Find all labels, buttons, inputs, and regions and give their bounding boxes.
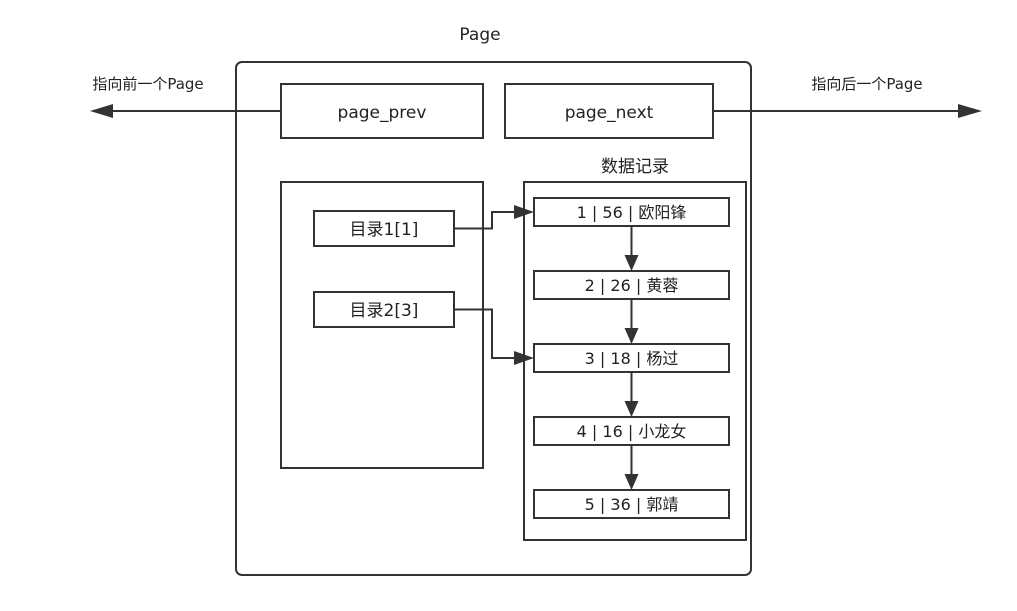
records-title: 数据记录 (601, 157, 669, 177)
prev-page-arrow-head (90, 104, 113, 118)
record-label: 4 | 16 | 小龙女 (577, 422, 687, 441)
record-label: 2 | 26 | 黄蓉 (585, 276, 679, 295)
page-next-label: page_next (565, 103, 654, 123)
next-page-arrow-head (958, 104, 982, 118)
record-label: 3 | 18 | 杨过 (585, 349, 679, 368)
page-title: Page (459, 25, 500, 45)
directory-entry-label: 目录2[3] (350, 301, 419, 321)
record-label: 1 | 56 | 欧阳锋 (577, 203, 687, 222)
page-structure-diagram: Page page_prev page_next 指向前一个Page 指向后一个… (90, 25, 982, 576)
directory-entry-label: 目录1[1] (350, 220, 419, 240)
page-prev-label: page_prev (338, 103, 427, 123)
record-label: 5 | 36 | 郭靖 (585, 495, 679, 514)
prev-page-caption: 指向前一个Page (92, 75, 203, 93)
next-page-caption: 指向后一个Page (811, 75, 922, 93)
